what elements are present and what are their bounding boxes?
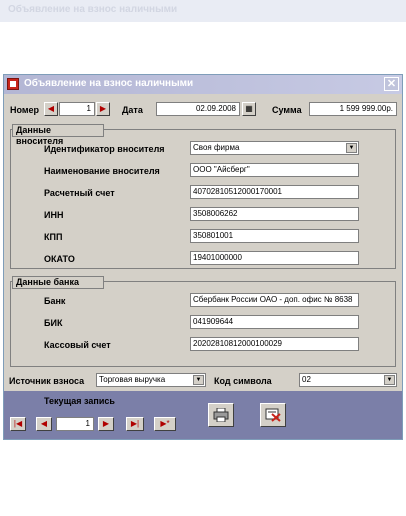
chevron-down-icon[interactable]: ▼ — [384, 375, 395, 385]
okato-field[interactable]: 19401000000 — [190, 251, 359, 265]
cash-account-field[interactable]: 20202810812000100029 — [190, 337, 359, 351]
kpp-label: КПП — [44, 232, 63, 242]
prev-record-button[interactable]: ◀ — [36, 417, 52, 431]
cash-account-label: Кассовый счет — [44, 340, 111, 350]
first-record-button[interactable]: |◀ — [10, 417, 26, 431]
number-label: Номер — [10, 105, 40, 115]
account-label: Расчетный счет — [44, 188, 115, 198]
account-field[interactable]: 40702810512000170001 — [190, 185, 359, 199]
new-record-button[interactable]: ▶* — [154, 417, 176, 431]
number-prev-button[interactable]: ◀ — [44, 102, 58, 116]
background-title: Объявление на взнос наличными — [8, 4, 178, 15]
date-field[interactable]: 02.09.2008 — [156, 102, 240, 116]
printer-icon — [213, 407, 229, 423]
depositor-id-combo[interactable]: Своя фирма ▼ — [190, 141, 359, 155]
number-field[interactable]: 1 — [59, 102, 95, 116]
form-window: Объявление на взнос наличными ✕ Номер ◀ … — [3, 74, 403, 440]
next-record-button[interactable]: ▶ — [98, 417, 114, 431]
source-label: Источник взноса — [9, 376, 85, 386]
bank-section-title: Данные банка — [12, 276, 104, 289]
bik-label: БИК — [44, 318, 63, 328]
depositor-name-label: Наименование вносителя — [44, 166, 160, 176]
first-record-icon: |◀ — [13, 419, 23, 428]
depositor-id-label: Идентификатор вносителя — [44, 144, 165, 154]
kpp-field[interactable]: 350801001 — [190, 229, 359, 243]
chevron-down-icon[interactable]: ▼ — [193, 375, 204, 385]
titlebar: Объявление на взнос наличными ✕ — [4, 75, 402, 94]
delete-record-icon — [265, 408, 281, 422]
record-navigator: Текущая запись |◀ ◀ 1 ▶ ▶| ▶* — [4, 391, 402, 439]
depositor-section-title: Данные вносителя — [12, 124, 104, 146]
right-arrow-icon: ▶ — [102, 419, 110, 428]
source-value: Торговая выручка — [99, 375, 166, 384]
inn-field[interactable]: 3508006262 — [190, 207, 359, 221]
number-next-button[interactable]: ▶ — [96, 102, 110, 116]
date-label: Дата — [122, 105, 143, 115]
current-record-label: Текущая запись — [44, 396, 115, 406]
bank-label: Банк — [44, 296, 66, 306]
code-combo[interactable]: 02 ▼ — [299, 373, 397, 387]
last-record-icon: ▶| — [130, 419, 140, 428]
depositor-name-field[interactable]: ООО "Айсберг" — [190, 163, 359, 177]
code-label: Код символа — [214, 376, 272, 386]
delete-record-button[interactable] — [260, 403, 286, 427]
chevron-down-icon[interactable]: ▼ — [346, 143, 357, 153]
current-record-field[interactable]: 1 — [56, 417, 94, 431]
calendar-button[interactable]: ▦ — [242, 102, 256, 116]
calendar-icon: ▦ — [245, 104, 253, 113]
form-icon — [7, 78, 19, 90]
code-value: 02 — [302, 375, 311, 384]
right-arrow-icon: ▶ — [99, 104, 107, 113]
left-arrow-icon: ◀ — [40, 419, 48, 428]
window-title: Объявление на взнос наличными — [24, 78, 194, 89]
left-arrow-icon: ◀ — [47, 104, 55, 113]
depositor-id-value: Своя фирма — [193, 143, 240, 152]
background-titlebar: Объявление на взнос наличными — [0, 0, 406, 22]
bik-field[interactable]: 041909644 — [190, 315, 359, 329]
close-icon[interactable]: ✕ — [384, 77, 399, 91]
print-button[interactable] — [208, 403, 234, 427]
source-combo[interactable]: Торговая выручка ▼ — [96, 373, 206, 387]
new-record-icon: ▶* — [160, 419, 170, 428]
okato-label: ОКАТО — [44, 254, 75, 264]
inn-label: ИНН — [44, 210, 64, 220]
last-record-button[interactable]: ▶| — [126, 417, 144, 431]
sum-label: Сумма — [272, 105, 302, 115]
sum-field[interactable]: 1 599 999.00р. — [309, 102, 397, 116]
bank-field[interactable]: Сбербанк России ОАО - доп. офис № 8638 — [190, 293, 359, 307]
